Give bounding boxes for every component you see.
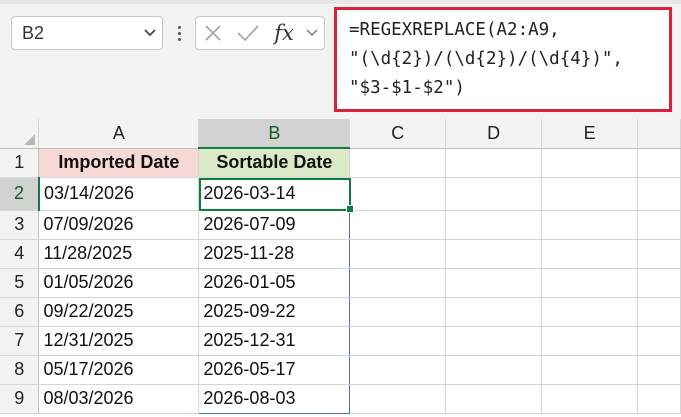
cell-f4[interactable] bbox=[637, 239, 681, 269]
formula-line-1: =REGEXREPLACE(A2:A9, bbox=[349, 20, 560, 40]
more-options-icon[interactable] bbox=[175, 20, 183, 46]
row-header-4[interactable]: 4 bbox=[0, 239, 40, 269]
cell-f9[interactable] bbox=[637, 384, 681, 414]
cell-b2[interactable]: 2026-03-14 bbox=[198, 177, 351, 211]
formula-line-2: "(\d{2})/(\d{2})/(\d{4})", bbox=[349, 49, 623, 69]
cell-c9[interactable] bbox=[349, 384, 447, 414]
formula-input[interactable]: =REGEXREPLACE(A2:A9, "(\d{2})/(\d{2})/(\… bbox=[334, 7, 672, 112]
cell-a9[interactable]: 08/03/2026 bbox=[38, 384, 200, 414]
cell-c2[interactable] bbox=[349, 177, 447, 211]
cell-e6[interactable] bbox=[541, 297, 639, 327]
cell-a2[interactable]: 03/14/2026 bbox=[38, 177, 200, 211]
column-header-e[interactable]: E bbox=[541, 119, 639, 149]
cell-a5[interactable]: 01/05/2026 bbox=[38, 268, 200, 298]
cell-f8[interactable] bbox=[637, 355, 681, 385]
cell-c1[interactable] bbox=[349, 148, 447, 178]
column-header-a[interactable]: A bbox=[38, 119, 200, 149]
cell-e5[interactable] bbox=[541, 268, 639, 298]
cell-e2[interactable] bbox=[541, 177, 639, 211]
cell-b6[interactable]: 2025-09-22 bbox=[198, 297, 351, 327]
insert-function-button[interactable]: fx bbox=[266, 17, 302, 49]
ribbon-edge bbox=[0, 0, 681, 4]
select-all-corner[interactable] bbox=[0, 119, 40, 149]
cell-b1[interactable]: Sortable Date bbox=[198, 148, 351, 178]
cell-b7[interactable]: 2025-12-31 bbox=[198, 326, 351, 356]
cell-e8[interactable] bbox=[541, 355, 639, 385]
cell-f1[interactable] bbox=[637, 148, 681, 178]
cell-a7[interactable]: 12/31/2025 bbox=[38, 326, 200, 356]
name-box-value: B2 bbox=[22, 22, 45, 43]
spreadsheet-grid: A B C D E 1 Imported Date Sortable Date … bbox=[0, 119, 681, 414]
cell-b9[interactable]: 2026-08-03 bbox=[198, 384, 351, 414]
formula-buttons: fx bbox=[195, 16, 325, 50]
cell-d6[interactable] bbox=[445, 297, 543, 327]
column-header-c[interactable]: C bbox=[349, 119, 447, 149]
cell-b3[interactable]: 2026-07-09 bbox=[198, 210, 351, 240]
cell-c5[interactable] bbox=[349, 268, 447, 298]
cell-a8[interactable]: 05/17/2026 bbox=[38, 355, 200, 385]
cell-d2[interactable] bbox=[445, 177, 543, 211]
formula-expand-icon[interactable] bbox=[302, 17, 322, 49]
cell-d1[interactable] bbox=[445, 148, 543, 178]
cell-d3[interactable] bbox=[445, 210, 543, 240]
row-header-6[interactable]: 6 bbox=[0, 297, 40, 327]
cell-e9[interactable] bbox=[541, 384, 639, 414]
cell-b4[interactable]: 2025-11-28 bbox=[198, 239, 351, 269]
cell-d9[interactable] bbox=[445, 384, 543, 414]
cell-c7[interactable] bbox=[349, 326, 447, 356]
fill-handle[interactable] bbox=[346, 205, 354, 213]
formula-line-3: "$3-$1-$2") bbox=[349, 78, 465, 98]
cell-c6[interactable] bbox=[349, 297, 447, 327]
enter-checkmark-icon[interactable] bbox=[230, 17, 266, 49]
cell-c4[interactable] bbox=[349, 239, 447, 269]
cell-a1[interactable]: Imported Date bbox=[38, 148, 200, 178]
cell-e1[interactable] bbox=[541, 148, 639, 178]
cell-f7[interactable] bbox=[637, 326, 681, 356]
cell-c3[interactable] bbox=[349, 210, 447, 240]
cell-f2[interactable] bbox=[637, 177, 681, 211]
cell-f5[interactable] bbox=[637, 268, 681, 298]
row-header-2[interactable]: 2 bbox=[0, 177, 40, 211]
cell-c8[interactable] bbox=[349, 355, 447, 385]
cell-e3[interactable] bbox=[541, 210, 639, 240]
row-header-7[interactable]: 7 bbox=[0, 326, 40, 356]
cell-b8[interactable]: 2026-05-17 bbox=[198, 355, 351, 385]
row-header-1[interactable]: 1 bbox=[0, 148, 40, 178]
cell-e4[interactable] bbox=[541, 239, 639, 269]
row-header-3[interactable]: 3 bbox=[0, 210, 40, 240]
row-header-5[interactable]: 5 bbox=[0, 268, 40, 298]
column-header-d[interactable]: D bbox=[445, 119, 543, 149]
cell-a6[interactable]: 09/22/2025 bbox=[38, 297, 200, 327]
name-box[interactable]: B2 bbox=[11, 16, 163, 50]
cell-b5[interactable]: 2026-01-05 bbox=[198, 268, 351, 298]
cell-d7[interactable] bbox=[445, 326, 543, 356]
column-header-f[interactable] bbox=[637, 119, 681, 149]
column-header-b[interactable]: B bbox=[198, 119, 351, 149]
cell-e7[interactable] bbox=[541, 326, 639, 356]
cell-f3[interactable] bbox=[637, 210, 681, 240]
cell-d4[interactable] bbox=[445, 239, 543, 269]
cell-a3[interactable]: 07/09/2026 bbox=[38, 210, 200, 240]
cell-d8[interactable] bbox=[445, 355, 543, 385]
cell-d5[interactable] bbox=[445, 268, 543, 298]
cell-f6[interactable] bbox=[637, 297, 681, 327]
row-header-8[interactable]: 8 bbox=[0, 355, 40, 385]
name-box-dropdown-icon[interactable] bbox=[138, 17, 162, 49]
row-header-9[interactable]: 9 bbox=[0, 384, 40, 414]
cell-a4[interactable]: 11/28/2025 bbox=[38, 239, 200, 269]
formula-bar-area: B2 fx =REGEXREPLACE(A2:A9, "(\d{2})/(\d{… bbox=[0, 0, 681, 119]
cancel-icon[interactable] bbox=[196, 17, 230, 49]
